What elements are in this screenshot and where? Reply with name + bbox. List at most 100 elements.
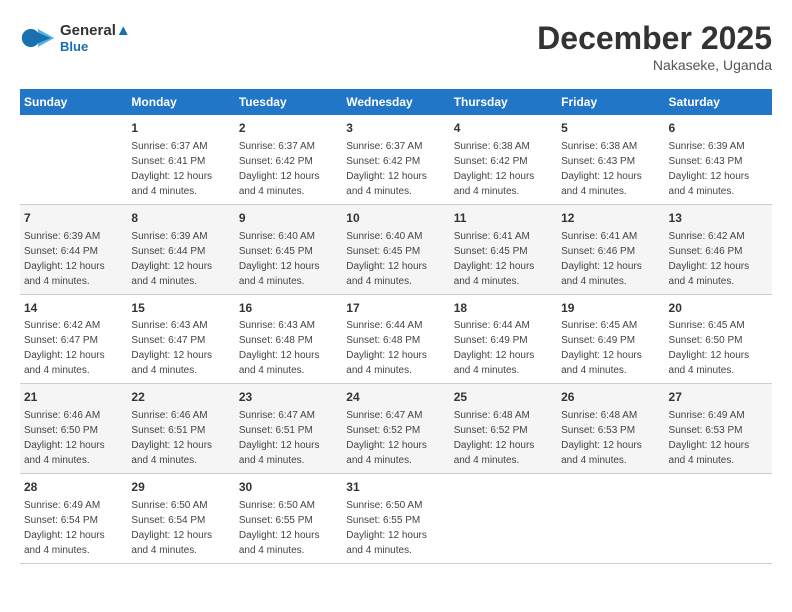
day-cell: 24Sunrise: 6:47 AM Sunset: 6:52 PM Dayli… bbox=[342, 384, 449, 474]
day-cell: 31 Sunrise: 6:50 AM Sunset: 6:55 PM Dayli… bbox=[342, 474, 449, 564]
location: Nakaseke, Uganda bbox=[537, 57, 772, 73]
day-cell bbox=[20, 115, 127, 204]
day-cell: 16 Sunrise: 6:43 AM Sunset: 6:48 PM Dayli… bbox=[235, 294, 342, 384]
week-row-1: 1 Sunrise: 6:37 AM Sunset: 6:41 PM Daylig… bbox=[20, 115, 772, 204]
day-number: 9 bbox=[239, 210, 338, 227]
header-row: SundayMondayTuesdayWednesdayThursdayFrid… bbox=[20, 89, 772, 115]
day-number: 22 bbox=[131, 389, 230, 406]
day-number: 6 bbox=[669, 120, 768, 137]
day-info: Sunrise: 6:45 AM Sunset: 6:50 PM Dayligh… bbox=[669, 320, 750, 376]
day-info: Sunrise: 6:45 AM Sunset: 6:49 PM Dayligh… bbox=[561, 320, 642, 376]
day-cell: 30 Sunrise: 6:50 AM Sunset: 6:55 PM Dayli… bbox=[235, 474, 342, 564]
day-number: 5 bbox=[561, 120, 660, 137]
day-number: 1 bbox=[131, 120, 230, 137]
day-number: 25 bbox=[454, 389, 553, 406]
title-block: December 2025 Nakaseke, Uganda bbox=[537, 20, 772, 73]
week-row-5: 28Sunrise: 6:49 AM Sunset: 6:54 PM Dayli… bbox=[20, 474, 772, 564]
day-cell: 20 Sunrise: 6:45 AM Sunset: 6:50 PM Dayli… bbox=[665, 294, 772, 384]
day-info: Sunrise: 6:48 AM Sunset: 6:53 PM Dayligh… bbox=[561, 410, 642, 466]
day-number: 26 bbox=[561, 389, 660, 406]
day-cell: 26 Sunrise: 6:48 AM Sunset: 6:53 PM Dayli… bbox=[557, 384, 664, 474]
day-cell: 17Sunrise: 6:44 AM Sunset: 6:48 PM Dayli… bbox=[342, 294, 449, 384]
header-day-saturday: Saturday bbox=[665, 89, 772, 115]
day-cell: 7 Sunrise: 6:39 AM Sunset: 6:44 PM Daylig… bbox=[20, 204, 127, 294]
day-number: 27 bbox=[669, 389, 768, 406]
day-info: Sunrise: 6:40 AM Sunset: 6:45 PM Dayligh… bbox=[346, 231, 427, 287]
day-info: Sunrise: 6:38 AM Sunset: 6:42 PM Dayligh… bbox=[454, 141, 535, 197]
day-info: Sunrise: 6:42 AM Sunset: 6:46 PM Dayligh… bbox=[669, 231, 750, 287]
header-day-sunday: Sunday bbox=[20, 89, 127, 115]
day-info: Sunrise: 6:41 AM Sunset: 6:46 PM Dayligh… bbox=[561, 231, 642, 287]
day-number: 28 bbox=[24, 479, 123, 496]
day-number: 10 bbox=[346, 210, 445, 227]
day-cell: 29Sunrise: 6:50 AM Sunset: 6:54 PM Dayli… bbox=[127, 474, 234, 564]
day-number: 17 bbox=[346, 300, 445, 317]
day-info: Sunrise: 6:40 AM Sunset: 6:45 PM Dayligh… bbox=[239, 231, 320, 287]
day-info: Sunrise: 6:46 AM Sunset: 6:51 PM Dayligh… bbox=[131, 410, 212, 466]
day-number: 16 bbox=[239, 300, 338, 317]
day-number: 23 bbox=[239, 389, 338, 406]
header-day-tuesday: Tuesday bbox=[235, 89, 342, 115]
day-cell: 13Sunrise: 6:42 AM Sunset: 6:46 PM Dayli… bbox=[665, 204, 772, 294]
day-number: 8 bbox=[131, 210, 230, 227]
day-info: Sunrise: 6:44 AM Sunset: 6:49 PM Dayligh… bbox=[454, 320, 535, 376]
day-number: 4 bbox=[454, 120, 553, 137]
day-info: Sunrise: 6:50 AM Sunset: 6:55 PM Dayligh… bbox=[239, 500, 320, 556]
header-day-wednesday: Wednesday bbox=[342, 89, 449, 115]
day-number: 20 bbox=[669, 300, 768, 317]
week-row-4: 21 Sunrise: 6:46 AM Sunset: 6:50 PM Dayli… bbox=[20, 384, 772, 474]
day-info: Sunrise: 6:39 AM Sunset: 6:44 PM Dayligh… bbox=[24, 231, 105, 287]
day-cell: 1 Sunrise: 6:37 AM Sunset: 6:41 PM Daylig… bbox=[127, 115, 234, 204]
day-info: Sunrise: 6:50 AM Sunset: 6:54 PM Dayligh… bbox=[131, 500, 212, 556]
day-number: 21 bbox=[24, 389, 123, 406]
day-cell: 23 Sunrise: 6:47 AM Sunset: 6:51 PM Dayli… bbox=[235, 384, 342, 474]
day-info: Sunrise: 6:43 AM Sunset: 6:47 PM Dayligh… bbox=[131, 320, 212, 376]
day-cell: 9 Sunrise: 6:40 AM Sunset: 6:45 PM Daylig… bbox=[235, 204, 342, 294]
day-info: Sunrise: 6:50 AM Sunset: 6:55 PM Dayligh… bbox=[346, 500, 427, 556]
day-cell: 5Sunrise: 6:38 AM Sunset: 6:43 PM Daylig… bbox=[557, 115, 664, 204]
header-day-thursday: Thursday bbox=[450, 89, 557, 115]
day-number: 2 bbox=[239, 120, 338, 137]
logo: General▲ Blue bbox=[20, 20, 131, 56]
week-row-3: 14 Sunrise: 6:42 AM Sunset: 6:47 PM Dayli… bbox=[20, 294, 772, 384]
day-cell: 19Sunrise: 6:45 AM Sunset: 6:49 PM Dayli… bbox=[557, 294, 664, 384]
day-info: Sunrise: 6:39 AM Sunset: 6:44 PM Dayligh… bbox=[131, 231, 212, 287]
day-info: Sunrise: 6:37 AM Sunset: 6:42 PM Dayligh… bbox=[346, 141, 427, 197]
day-info: Sunrise: 6:37 AM Sunset: 6:42 PM Dayligh… bbox=[239, 141, 320, 197]
day-info: Sunrise: 6:41 AM Sunset: 6:45 PM Dayligh… bbox=[454, 231, 535, 287]
day-info: Sunrise: 6:48 AM Sunset: 6:52 PM Dayligh… bbox=[454, 410, 535, 466]
header-day-friday: Friday bbox=[557, 89, 664, 115]
day-info: Sunrise: 6:42 AM Sunset: 6:47 PM Dayligh… bbox=[24, 320, 105, 376]
day-number: 24 bbox=[346, 389, 445, 406]
day-cell bbox=[450, 474, 557, 564]
day-info: Sunrise: 6:37 AM Sunset: 6:41 PM Dayligh… bbox=[131, 141, 212, 197]
day-cell: 22 Sunrise: 6:46 AM Sunset: 6:51 PM Dayli… bbox=[127, 384, 234, 474]
day-number: 12 bbox=[561, 210, 660, 227]
day-cell: 12 Sunrise: 6:41 AM Sunset: 6:46 PM Dayli… bbox=[557, 204, 664, 294]
day-cell: 10 Sunrise: 6:40 AM Sunset: 6:45 PM Dayli… bbox=[342, 204, 449, 294]
calendar-table: SundayMondayTuesdayWednesdayThursdayFrid… bbox=[20, 89, 772, 564]
day-info: Sunrise: 6:46 AM Sunset: 6:50 PM Dayligh… bbox=[24, 410, 105, 466]
day-cell bbox=[665, 474, 772, 564]
day-number: 30 bbox=[239, 479, 338, 496]
day-info: Sunrise: 6:39 AM Sunset: 6:43 PM Dayligh… bbox=[669, 141, 750, 197]
day-info: Sunrise: 6:49 AM Sunset: 6:53 PM Dayligh… bbox=[669, 410, 750, 466]
day-cell: 4 Sunrise: 6:38 AM Sunset: 6:42 PM Daylig… bbox=[450, 115, 557, 204]
day-number: 31 bbox=[346, 479, 445, 496]
day-info: Sunrise: 6:43 AM Sunset: 6:48 PM Dayligh… bbox=[239, 320, 320, 376]
day-info: Sunrise: 6:47 AM Sunset: 6:51 PM Dayligh… bbox=[239, 410, 320, 466]
day-number: 11 bbox=[454, 210, 553, 227]
day-cell: 25 Sunrise: 6:48 AM Sunset: 6:52 PM Dayli… bbox=[450, 384, 557, 474]
day-cell: 3 Sunrise: 6:37 AM Sunset: 6:42 PM Daylig… bbox=[342, 115, 449, 204]
day-number: 14 bbox=[24, 300, 123, 317]
logo-icon bbox=[20, 20, 56, 56]
day-cell: 6 Sunrise: 6:39 AM Sunset: 6:43 PM Daylig… bbox=[665, 115, 772, 204]
day-cell: 2 Sunrise: 6:37 AM Sunset: 6:42 PM Daylig… bbox=[235, 115, 342, 204]
day-cell: 28Sunrise: 6:49 AM Sunset: 6:54 PM Dayli… bbox=[20, 474, 127, 564]
month-title: December 2025 bbox=[537, 20, 772, 57]
day-cell: 8 Sunrise: 6:39 AM Sunset: 6:44 PM Daylig… bbox=[127, 204, 234, 294]
day-number: 7 bbox=[24, 210, 123, 227]
day-number: 18 bbox=[454, 300, 553, 317]
day-number: 3 bbox=[346, 120, 445, 137]
day-cell: 27 Sunrise: 6:49 AM Sunset: 6:53 PM Dayli… bbox=[665, 384, 772, 474]
